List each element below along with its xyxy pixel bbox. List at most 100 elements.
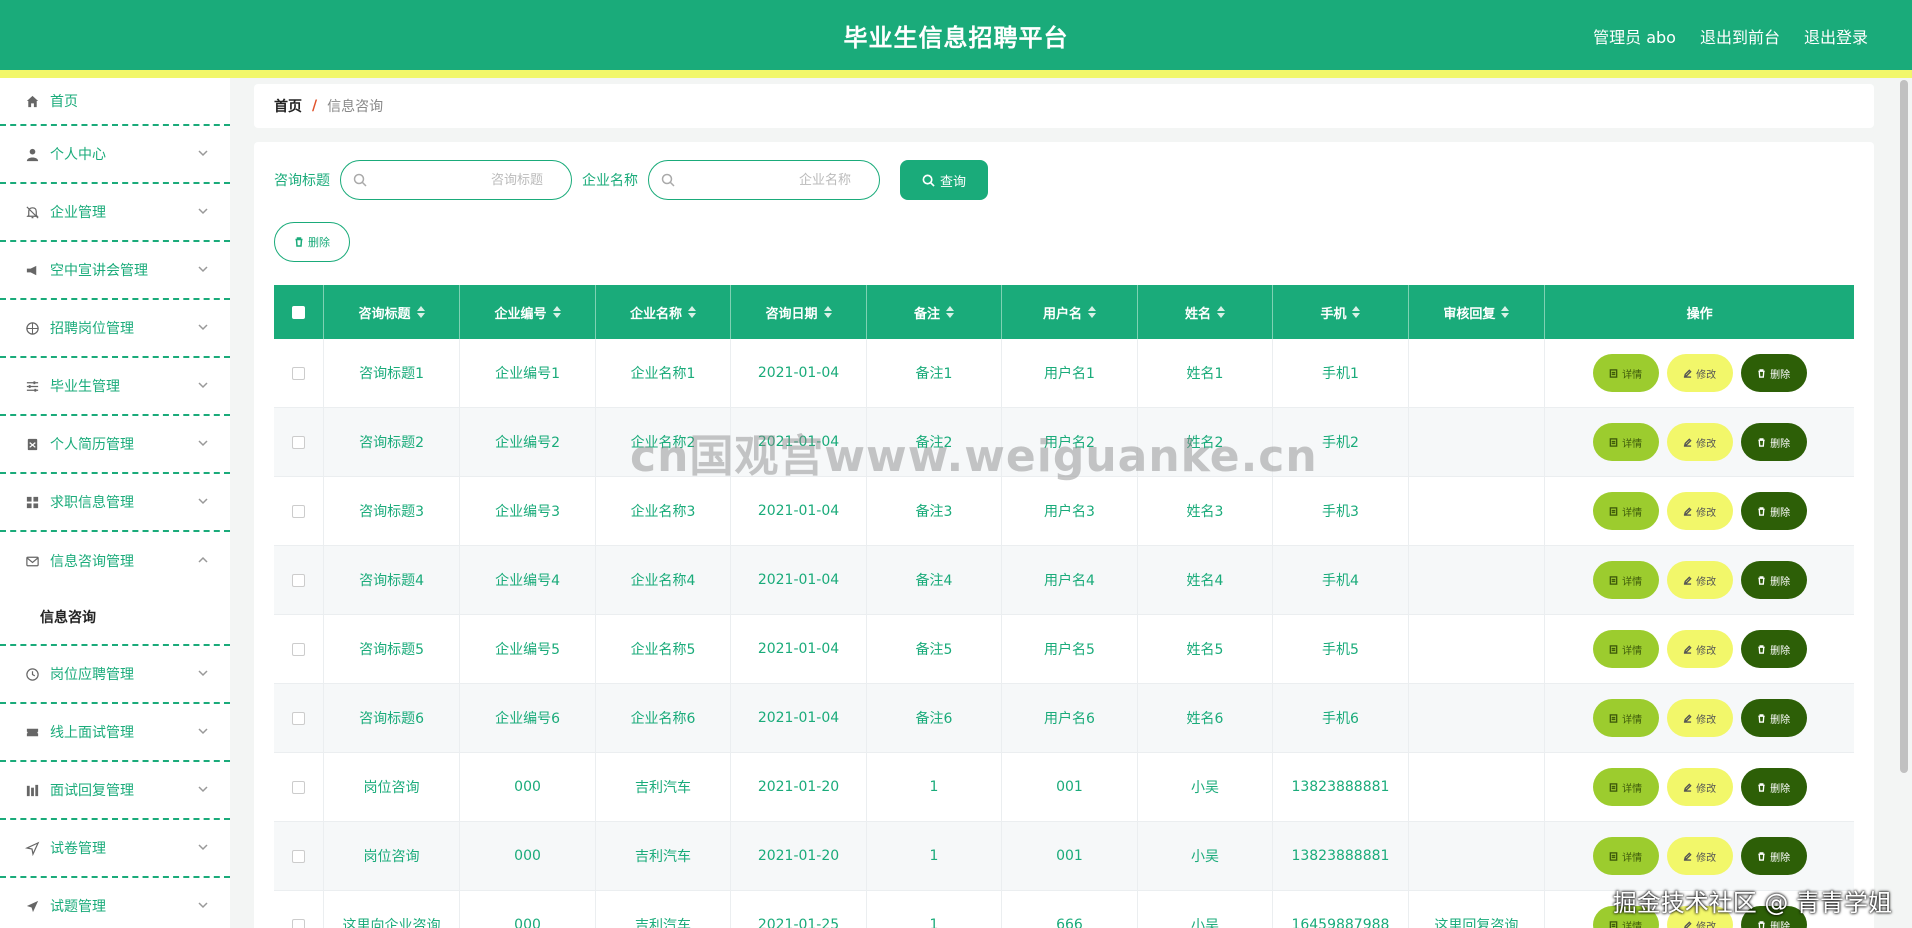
detail-button[interactable]: 详情: [1592, 906, 1659, 928]
detail-button[interactable]: 详情: [1592, 699, 1659, 737]
sidebar-item-online-interview[interactable]: 线上面试管理: [0, 704, 230, 762]
sidebar-item-home[interactable]: 首页: [0, 78, 230, 126]
delete-button[interactable]: 删除: [1740, 423, 1807, 461]
edit-button[interactable]: 修改: [1666, 492, 1733, 530]
admin-user-label[interactable]: 管理员 abo: [1593, 24, 1676, 48]
edit-button[interactable]: 修改: [1666, 837, 1733, 875]
detail-icon: [1609, 713, 1622, 723]
sidebar-item-applications[interactable]: 岗位应聘管理: [0, 646, 230, 704]
title-search-input[interactable]: [371, 169, 543, 191]
batch-delete-button[interactable]: 删除: [274, 222, 350, 262]
cell-company-no: 企业编号1: [460, 339, 596, 407]
cell-phone: 16459887988: [1273, 891, 1409, 928]
cell-name: 姓名4: [1138, 546, 1274, 614]
row-checkbox[interactable]: [291, 642, 305, 656]
table-row: 岗位咨询 000 吉利汽车 2021-01-20 1 001 小吴 13823888881 详情…: [274, 822, 1854, 891]
col-header-note[interactable]: 备注: [867, 285, 1003, 339]
cell-company-name: 企业名称6: [596, 684, 732, 752]
breadcrumb-home[interactable]: 首页: [274, 96, 302, 116]
page-scrollbar[interactable]: [1900, 80, 1908, 773]
trash-icon: [1757, 506, 1770, 516]
edit-button[interactable]: 修改: [1666, 768, 1733, 806]
sidebar-item-questions[interactable]: 试题管理: [0, 878, 230, 928]
table-header: 咨询标题 企业编号 企业名称 咨询日期 备注 用户名 姓名 手机 审核回复 操作: [274, 285, 1854, 339]
select-all-checkbox[interactable]: [291, 305, 305, 319]
sidebar-item-resume[interactable]: 个人简历管理: [0, 416, 230, 474]
detail-button[interactable]: 详情: [1592, 561, 1659, 599]
row-checkbox[interactable]: [291, 711, 305, 725]
sidebar-item-consult[interactable]: 信息咨询管理: [0, 532, 230, 590]
sidebar-item-graduates[interactable]: 毕业生管理: [0, 358, 230, 416]
cell-company-name: 企业名称1: [596, 339, 732, 407]
company-search-input[interactable]: [679, 169, 851, 191]
cell-username: 用户名2: [1002, 408, 1138, 476]
sort-icon: [823, 306, 832, 318]
query-button[interactable]: 查询: [900, 160, 988, 200]
col-header-company-name[interactable]: 企业名称: [596, 285, 732, 339]
edit-button[interactable]: 修改: [1666, 906, 1733, 928]
edit-button[interactable]: 修改: [1666, 561, 1733, 599]
row-checkbox[interactable]: [291, 849, 305, 863]
edit-button[interactable]: 修改: [1666, 699, 1733, 737]
detail-icon: [1609, 368, 1622, 378]
col-header-name[interactable]: 姓名: [1138, 285, 1274, 339]
col-header-phone[interactable]: 手机: [1273, 285, 1409, 339]
detail-button[interactable]: 详情: [1592, 630, 1659, 668]
delete-button[interactable]: 删除: [1740, 837, 1807, 875]
sidebar-item-interview-reply[interactable]: 面试回复管理: [0, 762, 230, 820]
row-checkbox[interactable]: [291, 435, 305, 449]
row-checkbox[interactable]: [291, 780, 305, 794]
edit-button[interactable]: 修改: [1666, 630, 1733, 668]
row-actions: 详情 修改 删除: [1545, 753, 1854, 821]
col-header-title[interactable]: 咨询标题: [324, 285, 461, 339]
sidebar-subitem-consult[interactable]: 信息咨询: [0, 590, 230, 646]
delete-button[interactable]: 删除: [1740, 906, 1807, 928]
delete-button[interactable]: 删除: [1740, 630, 1807, 668]
sidebar-item-papers[interactable]: 试卷管理: [0, 820, 230, 878]
edit-button[interactable]: 修改: [1666, 423, 1733, 461]
delete-button[interactable]: 删除: [1740, 561, 1807, 599]
trash-icon: [1757, 713, 1770, 723]
cell-username: 001: [1002, 753, 1138, 821]
cell-reply: [1409, 477, 1546, 545]
sort-icon: [1087, 306, 1096, 318]
edit-button[interactable]: 修改: [1666, 354, 1733, 392]
sidebar-item-air-talk[interactable]: 空中宣讲会管理: [0, 242, 230, 300]
detail-button[interactable]: 详情: [1592, 423, 1659, 461]
col-header-company-no[interactable]: 企业编号: [460, 285, 596, 339]
cell-date: 2021-01-04: [731, 615, 867, 683]
detail-button[interactable]: 详情: [1592, 354, 1659, 392]
delete-button[interactable]: 删除: [1740, 354, 1807, 392]
sidebar-item-personal-center[interactable]: 个人中心: [0, 126, 230, 184]
megaphone-icon: [24, 262, 40, 278]
chevron-down-icon: [198, 840, 208, 851]
delete-button[interactable]: 删除: [1740, 699, 1807, 737]
col-header-reply[interactable]: 审核回复: [1409, 285, 1546, 339]
row-checkbox[interactable]: [291, 366, 305, 380]
title-search-field[interactable]: [340, 160, 572, 200]
row-checkbox[interactable]: [291, 504, 305, 518]
sidebar-item-jobs[interactable]: 招聘岗位管理: [0, 300, 230, 358]
search-bar: 咨询标题 企业名称 查询: [274, 160, 988, 200]
detail-button[interactable]: 详情: [1592, 492, 1659, 530]
cell-name: 姓名2: [1138, 408, 1274, 476]
cell-reply: [1409, 684, 1546, 752]
detail-button[interactable]: 详情: [1592, 837, 1659, 875]
sidebar-item-company[interactable]: 企业管理: [0, 184, 230, 242]
logout-link[interactable]: 退出登录: [1804, 24, 1868, 48]
row-select-cell: [274, 615, 324, 683]
delete-button[interactable]: 删除: [1740, 492, 1807, 530]
user-icon: [24, 146, 40, 162]
chevron-down-icon: [198, 320, 208, 331]
row-actions: 详情 修改 删除: [1545, 339, 1854, 407]
col-header-username[interactable]: 用户名: [1002, 285, 1138, 339]
sidebar-item-label: 面试回复管理: [50, 783, 134, 799]
company-search-field[interactable]: [648, 160, 880, 200]
sidebar-item-job-seeking[interactable]: 求职信息管理: [0, 474, 230, 532]
row-checkbox[interactable]: [291, 573, 305, 587]
row-checkbox[interactable]: [291, 918, 305, 928]
exit-to-front-link[interactable]: 退出到前台: [1700, 24, 1780, 48]
detail-button[interactable]: 详情: [1592, 768, 1659, 806]
col-header-date[interactable]: 咨询日期: [731, 285, 867, 339]
delete-button[interactable]: 删除: [1740, 768, 1807, 806]
